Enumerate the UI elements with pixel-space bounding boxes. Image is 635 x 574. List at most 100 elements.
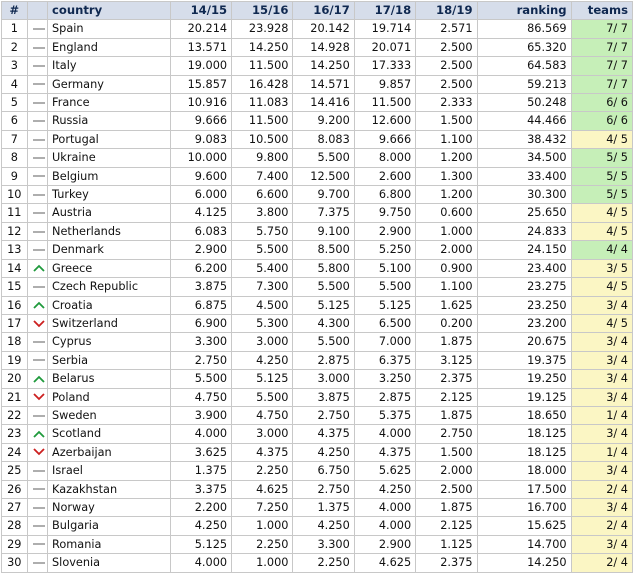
- season-1516-cell: 11.500: [231, 111, 294, 131]
- header-ranking[interactable]: ranking: [476, 0, 572, 21]
- header-season-1415[interactable]: 14/15: [169, 0, 233, 21]
- season-1819-cell: 1.500: [415, 111, 478, 131]
- country-name-cell[interactable]: Poland: [47, 387, 171, 407]
- country-name-cell[interactable]: Azerbaijan: [47, 442, 171, 463]
- season-1516-cell: 4.750: [231, 405, 294, 426]
- season-1718-cell: 6.800: [353, 185, 417, 205]
- season-1516-cell: 6.600: [231, 185, 294, 205]
- country-name-cell[interactable]: Ukraine: [47, 148, 171, 168]
- country-name-cell[interactable]: Kazakhstan: [47, 479, 171, 499]
- trend-down-icon: [32, 392, 45, 402]
- table-row: 10 Turkey 6.000 6.600 9.700 6.800 1.200 30.300 5…: [1, 185, 634, 205]
- country-name-cell[interactable]: Spain: [47, 19, 171, 39]
- country-name-cell[interactable]: Portugal: [47, 129, 171, 150]
- table-row: 23 Scotland 4.000 3.000 4.375 4.000 2.750 18.12…: [1, 424, 634, 444]
- teams-remaining-cell: 3/ 5: [570, 258, 634, 279]
- rank-number-cell: 26: [1, 479, 28, 499]
- season-1617-cell: 4.250: [292, 516, 355, 536]
- country-name-cell[interactable]: Bulgaria: [47, 516, 171, 536]
- country-name-cell[interactable]: Belarus: [47, 369, 171, 389]
- country-name-cell[interactable]: Slovenia: [47, 553, 171, 573]
- season-1819-cell: 1.875: [415, 497, 478, 518]
- country-name-cell[interactable]: Scotland: [47, 424, 171, 444]
- country-name-cell[interactable]: Sweden: [47, 405, 171, 426]
- ranking-points-cell: 25.650: [476, 203, 572, 223]
- ranking-points-cell: 34.500: [476, 148, 572, 168]
- season-1819-cell: 1.875: [415, 405, 478, 426]
- country-name-cell[interactable]: Turkey: [47, 185, 171, 205]
- season-1415-cell: 6.000: [169, 185, 233, 205]
- table-row: 26 Kazakhstan 3.375 4.625 2.750 4.250 2.500 17.…: [1, 479, 634, 499]
- trend-same-icon: [32, 466, 45, 476]
- season-1415-cell: 10.000: [169, 148, 233, 168]
- season-1819-cell: 0.600: [415, 203, 478, 223]
- country-name-cell[interactable]: Czech Republic: [47, 277, 171, 297]
- header-season-1718[interactable]: 17/18: [353, 0, 417, 21]
- season-1617-cell: 1.375: [292, 497, 355, 518]
- country-name-cell[interactable]: Belgium: [47, 166, 171, 187]
- teams-remaining-cell: 6/ 6: [570, 111, 634, 131]
- season-1415-cell: 9.666: [169, 111, 233, 131]
- country-name-cell[interactable]: Austria: [47, 203, 171, 223]
- country-name-cell[interactable]: Israel: [47, 461, 171, 481]
- trend-cell: [26, 479, 49, 499]
- table-row: 13 Denmark 2.900 5.500 8.500 5.250 2.000 24.150…: [1, 240, 634, 260]
- season-1718-cell: 5.125: [353, 295, 417, 315]
- season-1617-cell: 5.125: [292, 295, 355, 315]
- country-name-cell[interactable]: Italy: [47, 56, 171, 76]
- rank-number-cell: 22: [1, 405, 28, 426]
- ranking-points-cell: 30.300: [476, 185, 572, 205]
- teams-remaining-cell: 3/ 4: [570, 295, 634, 315]
- table-row: 11 Austria 4.125 3.800 7.375 9.750 0.600 25.650…: [1, 203, 634, 223]
- teams-remaining-cell: 4/ 4: [570, 240, 634, 260]
- teams-remaining-cell: 3/ 4: [570, 497, 634, 518]
- country-name-cell[interactable]: Greece: [47, 258, 171, 279]
- season-1516-cell: 9.800: [231, 148, 294, 168]
- header-season-1819[interactable]: 18/19: [415, 0, 478, 21]
- teams-remaining-cell: 3/ 4: [570, 387, 634, 407]
- country-name-cell[interactable]: Germany: [47, 74, 171, 95]
- trend-same-icon: [32, 337, 45, 347]
- table-row: 28 Bulgaria 4.250 1.000 4.250 4.000 2.125 15.62…: [1, 516, 634, 536]
- table-row: 22 Sweden 3.900 4.750 2.750 5.375 1.875 18.650 1…: [1, 405, 634, 426]
- season-1819-cell: 2.500: [415, 74, 478, 95]
- table-row: 5 France 10.916 11.083 14.416 11.500 2.333 50.2…: [1, 93, 634, 113]
- season-1617-cell: 7.375: [292, 203, 355, 223]
- country-name-cell[interactable]: Croatia: [47, 295, 171, 315]
- table-row: 18 Cyprus 3.300 3.000 5.500 7.000 1.875 20.675 3…: [1, 332, 634, 352]
- country-name-cell[interactable]: Denmark: [47, 240, 171, 260]
- country-name-cell[interactable]: Switzerland: [47, 313, 171, 334]
- ranking-points-cell: 65.320: [476, 37, 572, 58]
- season-1415-cell: 4.125: [169, 203, 233, 223]
- country-name-cell[interactable]: Netherlands: [47, 221, 171, 242]
- header-rank-number[interactable]: #: [1, 0, 28, 21]
- season-1617-cell: 14.571: [292, 74, 355, 95]
- header-season-1617[interactable]: 16/17: [292, 0, 355, 21]
- season-1819-cell: 1.200: [415, 185, 478, 205]
- ranking-points-cell: 18.000: [476, 461, 572, 481]
- country-name-cell[interactable]: Romania: [47, 534, 171, 555]
- country-name-cell[interactable]: Cyprus: [47, 332, 171, 352]
- season-1516-cell: 5.500: [231, 387, 294, 407]
- header-country[interactable]: country: [47, 0, 171, 21]
- season-1819-cell: 2.000: [415, 461, 478, 481]
- country-name-cell[interactable]: Norway: [47, 497, 171, 518]
- header-teams[interactable]: teams: [570, 0, 634, 21]
- country-name-cell[interactable]: Serbia: [47, 350, 171, 371]
- season-1617-cell: 4.250: [292, 442, 355, 463]
- trend-cell: [26, 148, 49, 168]
- season-1516-cell: 3.000: [231, 424, 294, 444]
- season-1415-cell: 9.083: [169, 129, 233, 150]
- rank-number-cell: 16: [1, 295, 28, 315]
- season-1415-cell: 6.083: [169, 221, 233, 242]
- trend-same-icon: [32, 153, 45, 163]
- ranking-points-cell: 18.650: [476, 405, 572, 426]
- season-1415-cell: 9.600: [169, 166, 233, 187]
- header-season-1516[interactable]: 15/16: [231, 0, 294, 21]
- country-name-cell[interactable]: England: [47, 37, 171, 58]
- country-name-cell[interactable]: France: [47, 93, 171, 113]
- country-name-cell[interactable]: Russia: [47, 111, 171, 131]
- season-1617-cell: 3.000: [292, 369, 355, 389]
- ranking-points-cell: 19.250: [476, 369, 572, 389]
- teams-remaining-cell: 1/ 4: [570, 442, 634, 463]
